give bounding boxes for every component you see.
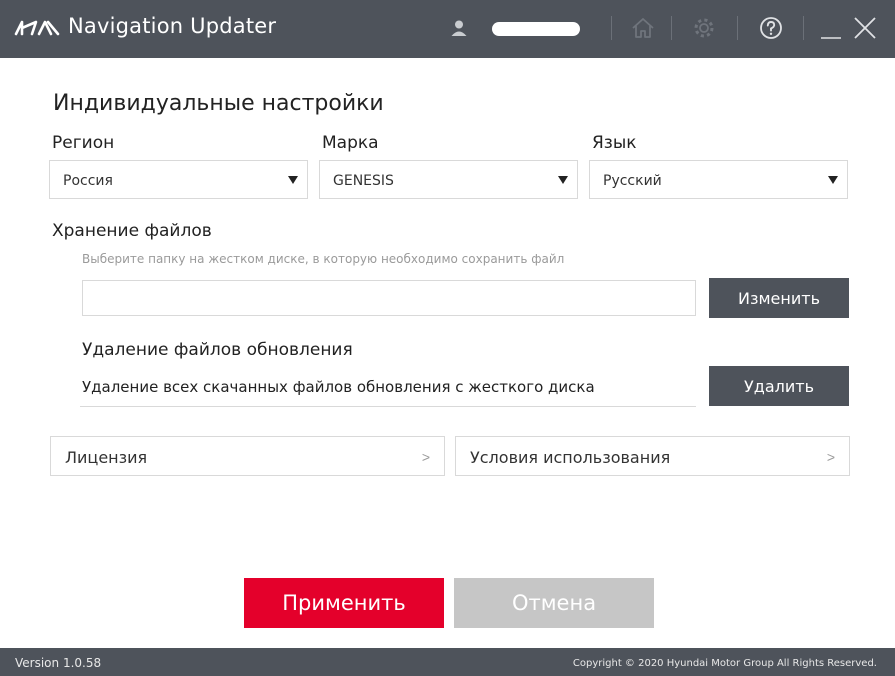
language-value: Русский — [603, 173, 662, 189]
change-folder-button[interactable]: Изменить — [709, 278, 849, 318]
region-label: Регион — [52, 133, 115, 153]
cancel-button[interactable]: Отмена — [454, 578, 654, 628]
region-value: Россия — [63, 173, 113, 189]
user-name-redacted — [492, 22, 580, 36]
help-icon[interactable] — [758, 15, 784, 41]
storage-hint: Выберите папку на жестком диске, в котор… — [82, 252, 565, 266]
gear-icon[interactable] — [691, 15, 717, 41]
region-select[interactable]: Россия — [49, 160, 308, 199]
brand-label: Марка — [322, 133, 379, 153]
copyright-text: Copyright © 2020 Hyundai Motor Group All… — [572, 658, 877, 669]
app-title: Navigation Updater — [68, 14, 277, 38]
user-icon — [451, 20, 467, 36]
home-icon[interactable] — [630, 15, 656, 41]
terms-link[interactable]: Условия использования > — [455, 436, 850, 476]
deletion-description: Удаление всех скачанных файлов обновлени… — [82, 378, 595, 396]
delete-files-button[interactable]: Удалить — [709, 366, 849, 406]
version-text: Version 1.0.58 — [15, 656, 102, 670]
footer: Version 1.0.58 Copyright © 2020 Hyundai … — [0, 648, 895, 676]
title-bar: Navigation Updater — [0, 0, 895, 58]
dropdown-arrow-icon — [288, 176, 298, 184]
divider — [80, 406, 696, 407]
separator — [803, 16, 804, 40]
separator — [737, 16, 738, 40]
dropdown-arrow-icon — [828, 176, 838, 184]
minimize-icon[interactable] — [818, 14, 844, 42]
storage-path-input[interactable] — [82, 280, 696, 316]
license-label: Лицензия — [65, 448, 148, 467]
brand-value: GENESIS — [333, 173, 394, 189]
storage-title: Хранение файлов — [52, 221, 212, 241]
separator — [671, 16, 672, 40]
deletion-title: Удаление файлов обновления — [82, 340, 353, 360]
chevron-right-icon: > — [826, 449, 835, 465]
apply-button[interactable]: Применить — [244, 578, 444, 628]
close-icon[interactable] — [852, 14, 878, 42]
license-link[interactable]: Лицензия > — [50, 436, 445, 476]
kia-logo — [14, 20, 60, 36]
dropdown-arrow-icon — [558, 176, 568, 184]
brand-select[interactable]: GENESIS — [319, 160, 578, 199]
page-title: Индивидуальные настройки — [53, 91, 384, 116]
terms-label: Условия использования — [470, 448, 671, 467]
chevron-right-icon: > — [421, 449, 430, 465]
separator — [611, 16, 612, 40]
language-label: Язык — [592, 133, 637, 153]
language-select[interactable]: Русский — [589, 160, 848, 199]
